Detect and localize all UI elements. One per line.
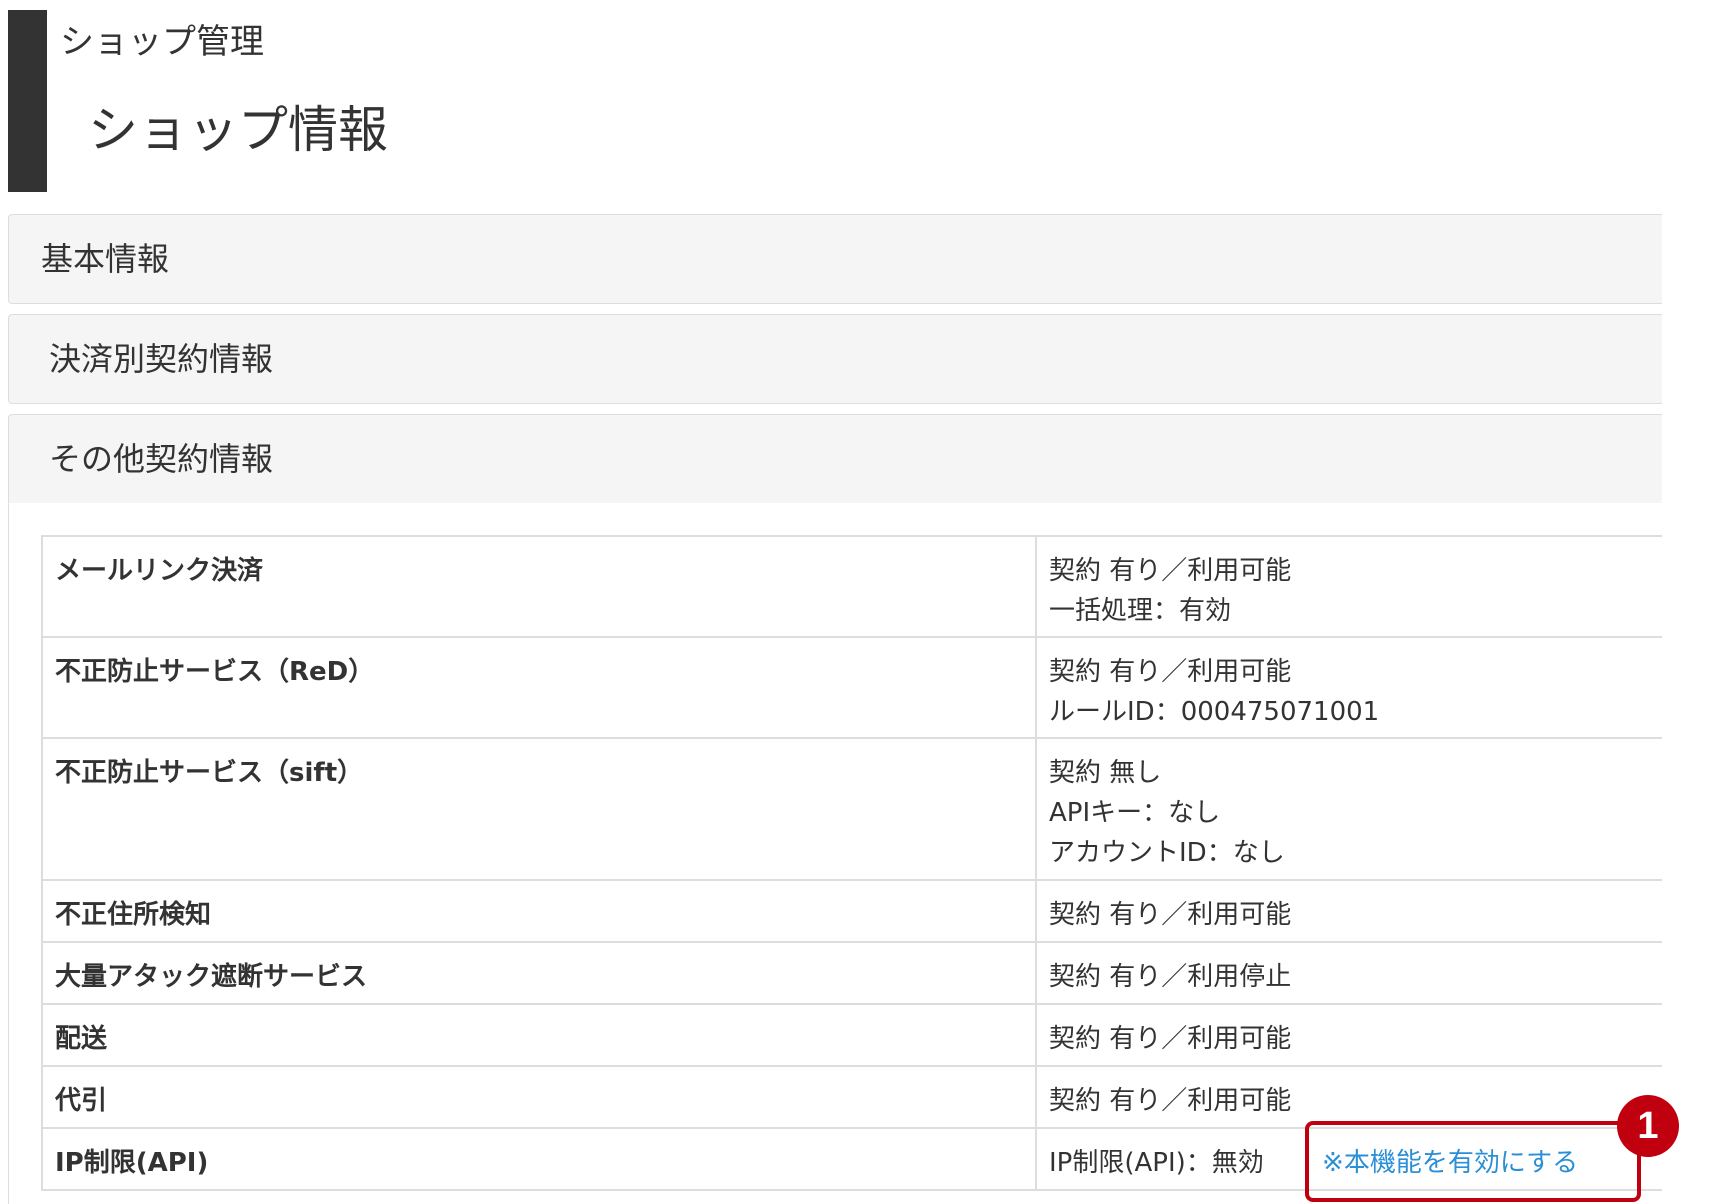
table-row: 不正防止サービス（sift） 契約 無し APIキー：なし アカウントID：なし: [41, 737, 1662, 881]
breadcrumb[interactable]: ショップ管理: [60, 14, 264, 63]
row-label: メールリンク決済: [41, 535, 1036, 638]
table-row: メールリンク決済 契約 有り／利用可能 一括処理：有効: [41, 535, 1662, 638]
row-label: 不正住所検知: [41, 879, 1036, 943]
row-label: 代引: [41, 1065, 1036, 1129]
ip-restriction-status: IP制限(API)：無効: [1049, 1148, 1264, 1178]
value-line: 契約 有り／利用可能: [1049, 900, 1292, 930]
panel-payment-contract-info[interactable]: 決済別契約情報: [8, 314, 1662, 404]
annotation-badge: 1: [1617, 1095, 1679, 1157]
row-value: 契約 有り／利用可能: [1035, 879, 1662, 943]
value-line: 契約 有り／利用可能: [1049, 1024, 1292, 1054]
value-line: アカウントID：なし: [1049, 838, 1285, 868]
value-line: 契約 有り／利用停止: [1049, 962, 1292, 992]
row-value: 契約 有り／利用可能: [1035, 1065, 1662, 1129]
value-line: 契約 有り／利用可能: [1049, 657, 1292, 687]
row-value: 契約 有り／利用可能 一括処理：有効: [1035, 535, 1662, 638]
table-row: 不正防止サービス（ReD） 契約 有り／利用可能 ルールID：000475071…: [41, 636, 1662, 739]
page-header: ショップ管理 ショップ情報: [0, 0, 1712, 200]
row-label: 不正防止サービス（ReD）: [41, 636, 1036, 739]
row-label: 不正防止サービス（sift）: [41, 737, 1036, 881]
panel-other-contract-info[interactable]: その他契約情報: [8, 414, 1662, 504]
annotation-highlight-box: [1305, 1121, 1641, 1202]
row-label: IP制限(API): [41, 1127, 1036, 1191]
row-label: 配送: [41, 1003, 1036, 1067]
contract-table: メールリンク決済 契約 有り／利用可能 一括処理：有効 不正防止サービス（ReD…: [41, 535, 1662, 1191]
page-title: ショップ情報: [88, 101, 388, 159]
row-label: 大量アタック遮断サービス: [41, 941, 1036, 1005]
row-value: 契約 有り／利用可能 ルールID：000475071001: [1035, 636, 1662, 739]
table-row: 代引 契約 有り／利用可能: [41, 1065, 1662, 1129]
table-row: 大量アタック遮断サービス 契約 有り／利用停止: [41, 941, 1662, 1005]
row-value: 契約 無し APIキー：なし アカウントID：なし: [1035, 737, 1662, 881]
header-accent-bar: [8, 10, 47, 192]
panel-basic-info[interactable]: 基本情報: [8, 214, 1662, 304]
value-line: 契約 有り／利用可能: [1049, 1086, 1292, 1116]
value-line: 契約 有り／利用可能: [1049, 556, 1292, 586]
value-line: 契約 無し: [1049, 758, 1162, 788]
value-line: 一括処理：有効: [1049, 596, 1232, 626]
row-value: 契約 有り／利用停止: [1035, 941, 1662, 1005]
row-value: 契約 有り／利用可能: [1035, 1003, 1662, 1067]
value-line: ルールID：000475071001: [1049, 697, 1380, 727]
table-row: 配送 契約 有り／利用可能: [41, 1003, 1662, 1067]
table-row: 不正住所検知 契約 有り／利用可能: [41, 879, 1662, 943]
value-line: APIキー：なし: [1049, 798, 1221, 828]
